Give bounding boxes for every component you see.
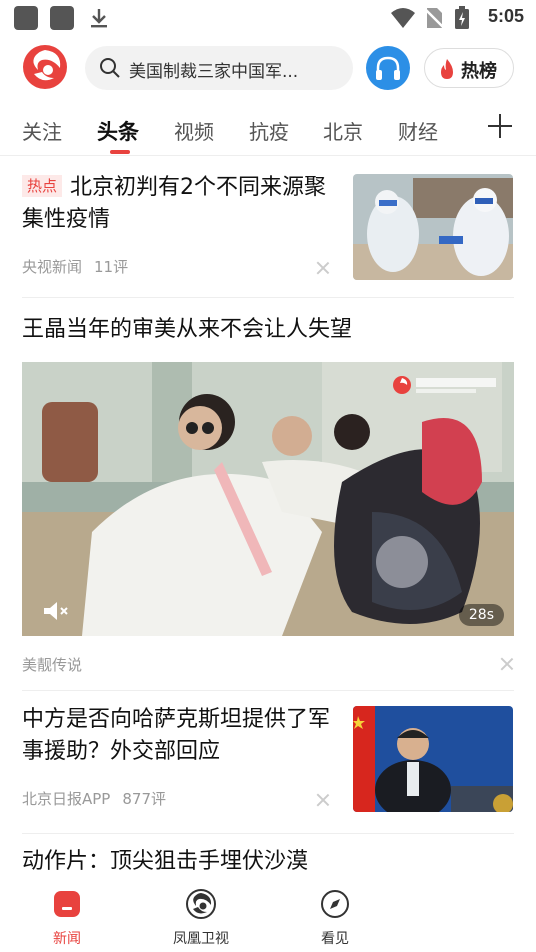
compass-icon: [321, 890, 349, 918]
dismiss-icon[interactable]: [316, 261, 330, 275]
tab-anti-epidemic[interactable]: 抗疫: [249, 116, 289, 145]
news-thumbnail: [353, 174, 513, 280]
bottom-navigation: 新闻 凤凰卫视 看见: [0, 880, 536, 952]
mute-icon[interactable]: [42, 600, 70, 622]
wifi-icon: [391, 8, 415, 28]
battery-icon: [455, 6, 469, 29]
hot-list-button[interactable]: 热榜: [424, 48, 514, 88]
news-title-text: 北京初判有2个不同来源聚集性疫情: [22, 175, 327, 232]
dismiss-icon[interactable]: [500, 657, 514, 671]
download-icon: [91, 9, 107, 28]
news-title: 热点 北京初判有2个不同来源聚集性疫情: [22, 172, 332, 236]
search-bar[interactable]: 美国制裁三家中国军...: [85, 46, 353, 90]
comment-count: 11评: [94, 258, 129, 276]
ifeng-watermark-logo: [393, 376, 496, 394]
clock: 5:05: [487, 6, 524, 26]
nav-phoenix-tv[interactable]: 凤凰卫视: [161, 888, 241, 952]
divider: [22, 833, 514, 834]
tab-beijing[interactable]: 北京: [323, 116, 363, 145]
status-bar: 5:05: [0, 0, 536, 36]
phoenix-logo-icon[interactable]: [22, 44, 68, 90]
nav-discover[interactable]: 看见: [295, 888, 375, 952]
news-title: 王晶当年的审美从来不会让人失望: [22, 317, 353, 342]
video-player[interactable]: 28s: [22, 362, 514, 636]
hot-badge: 热点: [22, 175, 63, 197]
notification-icon: [14, 6, 38, 30]
divider: [22, 297, 514, 298]
divider: [22, 690, 514, 691]
news-icon: [54, 891, 80, 917]
tab-finance[interactable]: 财经: [398, 116, 438, 145]
news-item[interactable]: 热点 北京初判有2个不同来源聚集性疫情 央视新闻 11评: [0, 170, 536, 298]
tab-headlines[interactable]: 头条: [97, 116, 139, 146]
nav-discover-label: 看见: [321, 931, 349, 947]
nav-news-label: 新闻: [53, 931, 81, 947]
tab-video[interactable]: 视频: [174, 116, 214, 145]
channel-tabs: 关注 头条 视频 抗疫 北京 财经: [0, 108, 536, 156]
news-meta: 美靓传说: [22, 654, 82, 675]
add-channel-icon[interactable]: [488, 114, 512, 138]
phoenix-tv-icon: [186, 889, 216, 919]
news-source: 美靓传说: [22, 656, 83, 674]
tab-follow[interactable]: 关注: [22, 116, 62, 145]
audio-button[interactable]: [366, 46, 410, 90]
no-sim-icon: [424, 8, 444, 28]
search-placeholder: 美国制裁三家中国军...: [129, 62, 299, 82]
news-item[interactable]: 中方是否向哈萨克斯坦提供了军事援助？外交部回应 北京日报APP 877评: [0, 704, 536, 832]
hot-list-label: 热榜: [461, 61, 497, 82]
headphones-icon: [376, 56, 400, 80]
news-source: 央视新闻: [22, 258, 83, 276]
news-source: 北京日报APP: [22, 790, 111, 808]
flame-icon: [441, 59, 453, 79]
news-title: 中方是否向哈萨克斯坦提供了军事援助？外交部回应: [22, 707, 331, 764]
news-item[interactable]: 动作片：顶尖狙击手埋伏沙漠: [0, 846, 536, 880]
news-title: 动作片：顶尖狙击手埋伏沙漠: [22, 849, 309, 874]
video-duration: 28s: [458, 604, 504, 626]
news-meta: 央视新闻 11评: [22, 256, 128, 277]
dismiss-icon[interactable]: [316, 793, 330, 807]
video-frame: [22, 362, 514, 636]
top-header: 美国制裁三家中国军... 热榜: [0, 44, 536, 94]
search-icon: [100, 58, 120, 78]
news-thumbnail: [353, 706, 513, 812]
nav-phoenix-tv-label: 凤凰卫视: [173, 931, 229, 947]
active-tab-indicator: [110, 150, 130, 154]
notification-icon: [50, 6, 74, 30]
nav-news[interactable]: 新闻: [27, 888, 107, 952]
comment-count: 877评: [122, 790, 166, 808]
news-meta: 北京日报APP 877评: [22, 788, 166, 809]
